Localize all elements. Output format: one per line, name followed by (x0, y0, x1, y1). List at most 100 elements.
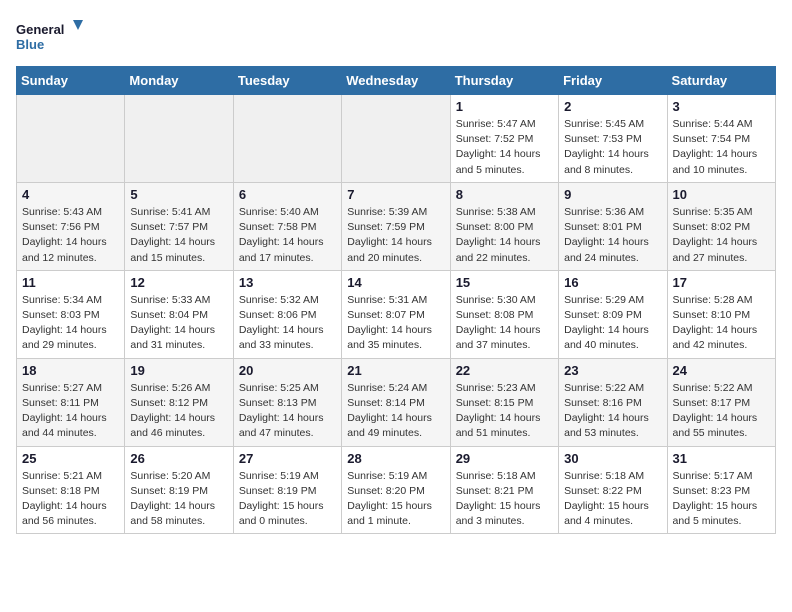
calendar-cell: 21 Sunrise: 5:24 AM Sunset: 8:14 PM Dayli… (342, 358, 450, 446)
calendar-cell: 23 Sunrise: 5:22 AM Sunset: 8:16 PM Dayli… (559, 358, 667, 446)
calendar-cell: 4Sunrise: 5:43 AM Sunset: 7:56 PM Daylig… (17, 182, 125, 270)
day-info: Sunrise: 5:20 AM Sunset: 8:19 PM Dayligh… (130, 469, 227, 530)
calendar-cell (233, 95, 341, 183)
day-info: Sunrise: 5:18 AM Sunset: 8:21 PM Dayligh… (456, 469, 553, 530)
calendar-week-row: 11Sunrise: 5:34 AM Sunset: 8:03 PM Dayli… (17, 270, 776, 358)
day-number: 29 (456, 451, 553, 466)
day-info: Sunrise: 5:41 AM Sunset: 7:57 PM Dayligh… (130, 205, 227, 266)
day-number: 13 (239, 275, 336, 290)
calendar-cell: 15 Sunrise: 5:30 AM Sunset: 8:08 PM Dayli… (450, 270, 558, 358)
day-number: 1 (456, 99, 553, 114)
calendar-cell: 11Sunrise: 5:34 AM Sunset: 8:03 PM Dayli… (17, 270, 125, 358)
day-info: Sunrise: 5:26 AM Sunset: 8:12 PM Dayligh… (130, 381, 227, 442)
day-info: Sunrise: 5:27 AM Sunset: 8:11 PM Dayligh… (22, 381, 119, 442)
calendar-week-row: 25 Sunrise: 5:21 AM Sunset: 8:18 PM Dayli… (17, 446, 776, 534)
calendar-cell: 3 Sunrise: 5:44 AM Sunset: 7:54 PM Daylig… (667, 95, 775, 183)
weekday-header: Monday (125, 67, 233, 95)
calendar-cell: 19 Sunrise: 5:26 AM Sunset: 8:12 PM Dayli… (125, 358, 233, 446)
day-number: 22 (456, 363, 553, 378)
calendar-week-row: 4Sunrise: 5:43 AM Sunset: 7:56 PM Daylig… (17, 182, 776, 270)
calendar-cell (17, 95, 125, 183)
day-info: Sunrise: 5:21 AM Sunset: 8:18 PM Dayligh… (22, 469, 119, 530)
weekday-header: Sunday (17, 67, 125, 95)
day-number: 25 (22, 451, 119, 466)
calendar-cell: 2 Sunrise: 5:45 AM Sunset: 7:53 PM Daylig… (559, 95, 667, 183)
calendar-cell: 1Sunrise: 5:47 AM Sunset: 7:52 PM Daylig… (450, 95, 558, 183)
day-info: Sunrise: 5:23 AM Sunset: 8:15 PM Dayligh… (456, 381, 553, 442)
day-info: Sunrise: 5:32 AM Sunset: 8:06 PM Dayligh… (239, 293, 336, 354)
day-number: 9 (564, 187, 661, 202)
day-number: 23 (564, 363, 661, 378)
day-info: Sunrise: 5:36 AM Sunset: 8:01 PM Dayligh… (564, 205, 661, 266)
svg-text:General: General (16, 22, 64, 37)
day-number: 21 (347, 363, 444, 378)
day-info: Sunrise: 5:18 AM Sunset: 8:22 PM Dayligh… (564, 469, 661, 530)
day-number: 20 (239, 363, 336, 378)
svg-text:Blue: Blue (16, 37, 44, 52)
calendar-cell: 30Sunrise: 5:18 AM Sunset: 8:22 PM Dayli… (559, 446, 667, 534)
day-number: 18 (22, 363, 119, 378)
calendar-cell: 16 Sunrise: 5:29 AM Sunset: 8:09 PM Dayli… (559, 270, 667, 358)
day-info: Sunrise: 5:19 AM Sunset: 8:19 PM Dayligh… (239, 469, 336, 530)
day-number: 5 (130, 187, 227, 202)
day-number: 28 (347, 451, 444, 466)
day-info: Sunrise: 5:40 AM Sunset: 7:58 PM Dayligh… (239, 205, 336, 266)
calendar-cell: 6Sunrise: 5:40 AM Sunset: 7:58 PM Daylig… (233, 182, 341, 270)
day-number: 4 (22, 187, 119, 202)
day-number: 12 (130, 275, 227, 290)
weekday-header-row: SundayMondayTuesdayWednesdayThursdayFrid… (17, 67, 776, 95)
day-info: Sunrise: 5:24 AM Sunset: 8:14 PM Dayligh… (347, 381, 444, 442)
page-header: General Blue (16, 16, 776, 56)
weekday-header: Wednesday (342, 67, 450, 95)
calendar-cell: 10 Sunrise: 5:35 AM Sunset: 8:02 PM Dayli… (667, 182, 775, 270)
calendar-cell: 26 Sunrise: 5:20 AM Sunset: 8:19 PM Dayli… (125, 446, 233, 534)
day-info: Sunrise: 5:22 AM Sunset: 8:17 PM Dayligh… (673, 381, 770, 442)
day-info: Sunrise: 5:17 AM Sunset: 8:23 PM Dayligh… (673, 469, 770, 530)
calendar-cell: 5 Sunrise: 5:41 AM Sunset: 7:57 PM Daylig… (125, 182, 233, 270)
day-info: Sunrise: 5:44 AM Sunset: 7:54 PM Dayligh… (673, 117, 770, 178)
logo: General Blue (16, 16, 86, 56)
day-info: Sunrise: 5:30 AM Sunset: 8:08 PM Dayligh… (456, 293, 553, 354)
day-info: Sunrise: 5:25 AM Sunset: 8:13 PM Dayligh… (239, 381, 336, 442)
day-info: Sunrise: 5:19 AM Sunset: 8:20 PM Dayligh… (347, 469, 444, 530)
calendar-cell: 25 Sunrise: 5:21 AM Sunset: 8:18 PM Dayli… (17, 446, 125, 534)
calendar-cell: 14 Sunrise: 5:31 AM Sunset: 8:07 PM Dayli… (342, 270, 450, 358)
day-number: 7 (347, 187, 444, 202)
calendar-table: SundayMondayTuesdayWednesdayThursdayFrid… (16, 66, 776, 534)
calendar-cell: 28 Sunrise: 5:19 AM Sunset: 8:20 PM Dayli… (342, 446, 450, 534)
calendar-cell: 27 Sunrise: 5:19 AM Sunset: 8:19 PM Dayli… (233, 446, 341, 534)
day-number: 17 (673, 275, 770, 290)
day-info: Sunrise: 5:35 AM Sunset: 8:02 PM Dayligh… (673, 205, 770, 266)
day-number: 14 (347, 275, 444, 290)
day-info: Sunrise: 5:31 AM Sunset: 8:07 PM Dayligh… (347, 293, 444, 354)
calendar-cell: 18 Sunrise: 5:27 AM Sunset: 8:11 PM Dayli… (17, 358, 125, 446)
day-number: 19 (130, 363, 227, 378)
day-info: Sunrise: 5:22 AM Sunset: 8:16 PM Dayligh… (564, 381, 661, 442)
calendar-cell (125, 95, 233, 183)
calendar-week-row: 18 Sunrise: 5:27 AM Sunset: 8:11 PM Dayli… (17, 358, 776, 446)
day-info: Sunrise: 5:28 AM Sunset: 8:10 PM Dayligh… (673, 293, 770, 354)
day-number: 8 (456, 187, 553, 202)
logo-svg: General Blue (16, 16, 86, 56)
day-info: Sunrise: 5:29 AM Sunset: 8:09 PM Dayligh… (564, 293, 661, 354)
day-number: 27 (239, 451, 336, 466)
calendar-cell: 20 Sunrise: 5:25 AM Sunset: 8:13 PM Dayli… (233, 358, 341, 446)
calendar-cell: 24 Sunrise: 5:22 AM Sunset: 8:17 PM Dayli… (667, 358, 775, 446)
weekday-header: Tuesday (233, 67, 341, 95)
calendar-cell: 31 Sunrise: 5:17 AM Sunset: 8:23 PM Dayli… (667, 446, 775, 534)
day-info: Sunrise: 5:45 AM Sunset: 7:53 PM Dayligh… (564, 117, 661, 178)
day-number: 3 (673, 99, 770, 114)
calendar-cell: 13 Sunrise: 5:32 AM Sunset: 8:06 PM Dayli… (233, 270, 341, 358)
day-number: 16 (564, 275, 661, 290)
day-number: 10 (673, 187, 770, 202)
weekday-header: Saturday (667, 67, 775, 95)
day-number: 31 (673, 451, 770, 466)
calendar-cell: 9 Sunrise: 5:36 AM Sunset: 8:01 PM Daylig… (559, 182, 667, 270)
calendar-cell: 12Sunrise: 5:33 AM Sunset: 8:04 PM Dayli… (125, 270, 233, 358)
calendar-cell: 17 Sunrise: 5:28 AM Sunset: 8:10 PM Dayli… (667, 270, 775, 358)
day-number: 26 (130, 451, 227, 466)
day-number: 2 (564, 99, 661, 114)
day-info: Sunrise: 5:39 AM Sunset: 7:59 PM Dayligh… (347, 205, 444, 266)
day-number: 24 (673, 363, 770, 378)
day-number: 15 (456, 275, 553, 290)
